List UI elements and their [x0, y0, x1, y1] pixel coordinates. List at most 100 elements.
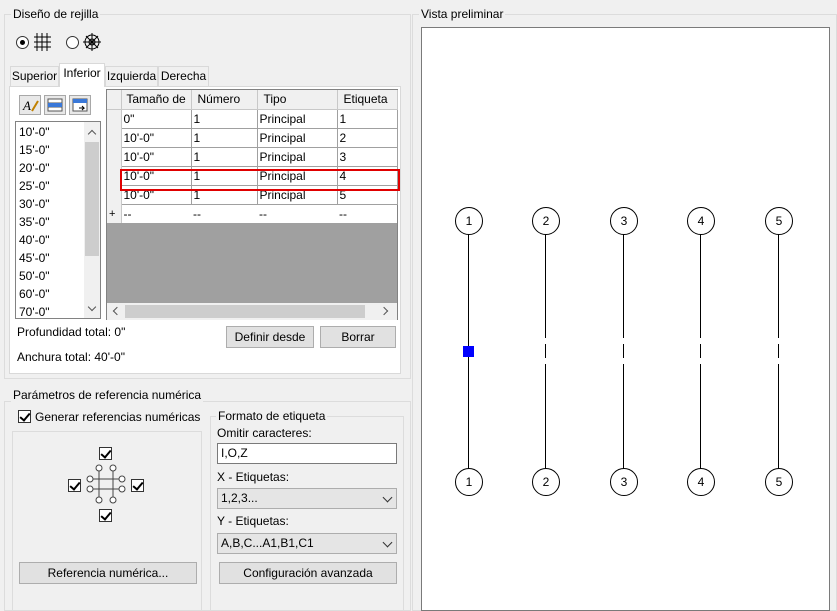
top-reference-checkbox[interactable] — [99, 447, 112, 460]
y-labels-select[interactable]: A,B,C...A1,B1,C1 — [217, 533, 397, 554]
right-reference-checkbox[interactable] — [131, 479, 144, 492]
size-cell[interactable]: 0" — [120, 108, 192, 129]
type-cell[interactable]: Principal — [256, 127, 338, 148]
list-item[interactable]: 50'-0" — [19, 269, 50, 283]
size-list[interactable]: 10'-0" 15'-0" 20'-0" 25'-0" 30'-0" 35'-0… — [15, 121, 101, 319]
grid-bubble-top[interactable]: 1 — [455, 207, 483, 235]
number-cell[interactable]: -- — [191, 204, 257, 223]
list-vscrollbar[interactable] — [84, 122, 100, 318]
grid-bubble-bottom[interactable]: 2 — [532, 468, 560, 496]
size-cell[interactable]: 10'-0" — [120, 146, 192, 167]
rectangular-grid-icon — [32, 32, 52, 52]
number-cell[interactable]: 1 — [190, 127, 258, 148]
number-cell[interactable]: 1 — [190, 146, 258, 167]
tab-inferior[interactable]: Inferior — [59, 63, 105, 87]
label-cell[interactable]: -- — [337, 204, 397, 223]
scroll-left-icon[interactable] — [112, 306, 122, 316]
column-header[interactable]: Número — [191, 90, 258, 110]
omit-characters-input[interactable]: I,O,Z — [217, 443, 397, 464]
grid-line-gap — [775, 338, 783, 344]
delete-button[interactable]: Borrar — [320, 326, 396, 348]
grid-line-5 — [778, 234, 780, 475]
list-item[interactable]: 35'-0" — [19, 215, 50, 229]
list-item[interactable]: 40'-0" — [19, 233, 50, 247]
type-cell[interactable]: Principal — [256, 108, 338, 129]
list-item[interactable]: 45'-0" — [19, 251, 50, 265]
type-cell[interactable]: Principal — [256, 146, 338, 167]
number-cell[interactable]: 1 — [190, 108, 258, 129]
x-labels-label: X - Etiquetas: — [217, 470, 290, 484]
advanced-settings-button[interactable]: Configuración avanzada — [219, 562, 397, 584]
scroll-thumb[interactable] — [125, 305, 365, 318]
table-row[interactable]: 0" 1 Principal 1 — [107, 108, 398, 129]
numeric-reference-button[interactable]: Referencia numérica... — [19, 562, 197, 584]
table-row[interactable]: 10'-0" 1 Principal 3 — [107, 146, 398, 167]
list-item[interactable]: 30'-0" — [19, 197, 50, 211]
selection-grip[interactable] — [463, 346, 474, 357]
tab-superior[interactable]: Superior — [10, 66, 59, 86]
left-reference-checkbox[interactable] — [68, 479, 81, 492]
row-header — [107, 109, 122, 128]
grid-design-title: Diseño de rejilla — [11, 7, 101, 21]
corner-cell — [107, 90, 122, 110]
grid-bubble-bottom[interactable]: 3 — [610, 468, 638, 496]
generate-references-label[interactable]: Generar referencias numéricas — [35, 410, 200, 424]
preview-canvas: 1 2 3 4 5 1 2 3 4 5 — [421, 27, 830, 611]
grid-bubble-top[interactable]: 3 — [610, 207, 638, 235]
table-row[interactable]: 10'-0" 1 Principal 2 — [107, 127, 398, 148]
bottom-reference-checkbox[interactable] — [99, 509, 112, 522]
label-cell[interactable]: 1 — [336, 108, 398, 129]
type-cell[interactable]: -- — [257, 204, 337, 223]
grid-bubble-top[interactable]: 4 — [687, 207, 715, 235]
scroll-right-icon[interactable] — [379, 306, 389, 316]
grid-line-gap — [542, 358, 550, 364]
grid-bubble-top[interactable]: 5 — [765, 207, 793, 235]
text-style-icon: A — [22, 98, 39, 113]
tab-izquierda[interactable]: Izquierda — [105, 66, 158, 86]
column-header[interactable]: Tamaño de — [121, 90, 192, 110]
size-cell[interactable]: 10'-0" — [120, 127, 192, 148]
append-row-button[interactable] — [69, 95, 91, 115]
grid-line-2 — [545, 234, 547, 475]
label-format-title: Formato de etiqueta — [216, 409, 328, 423]
generate-references-checkbox[interactable] — [18, 410, 31, 423]
column-header[interactable]: Tipo — [257, 90, 338, 110]
list-item[interactable]: 15'-0" — [19, 143, 50, 157]
define-from-button[interactable]: Definir desde — [226, 326, 314, 348]
grid-line-gap — [620, 358, 628, 364]
y-labels-value: A,B,C...A1,B1,C1 — [221, 536, 314, 550]
grid-bubble-bottom[interactable]: 5 — [765, 468, 793, 496]
insert-row-icon — [47, 98, 63, 112]
label-cell[interactable]: 2 — [336, 127, 398, 148]
append-row-icon — [72, 98, 88, 112]
grid-table: Tamaño de Número Tipo Etiqueta 0" 1 Prin… — [107, 90, 398, 223]
grid-bubble-bottom[interactable]: 1 — [455, 468, 483, 496]
grid-bubble-top[interactable]: 2 — [532, 207, 560, 235]
total-depth-label: Profundidad total: 0" — [17, 325, 126, 339]
label-cell[interactable]: 3 — [336, 146, 398, 167]
list-item[interactable]: 10'-0" — [19, 125, 50, 139]
table-hscrollbar[interactable] — [107, 303, 397, 320]
edit-style-button[interactable]: A — [19, 95, 41, 115]
define-from-label: Definir desde — [234, 330, 306, 344]
grid-bubble-bottom[interactable]: 4 — [687, 468, 715, 496]
new-table-row[interactable]: + -- -- -- -- — [107, 204, 397, 223]
y-labels-label: Y - Etiquetas: — [217, 514, 289, 528]
list-item[interactable]: 20'-0" — [19, 161, 50, 175]
grid-radial-radio[interactable] — [66, 36, 79, 49]
scroll-up-icon[interactable] — [87, 129, 97, 139]
insert-row-button[interactable] — [44, 95, 66, 115]
scroll-down-icon[interactable] — [87, 302, 97, 312]
x-labels-select[interactable]: 1,2,3... — [217, 488, 397, 509]
list-item[interactable]: 25'-0" — [19, 179, 50, 193]
grid-rect-radio[interactable] — [16, 36, 29, 49]
column-header[interactable]: Etiqueta — [337, 90, 398, 110]
total-width-label: Anchura total: 40'-0" — [17, 350, 125, 364]
scroll-thumb[interactable] — [85, 142, 99, 256]
list-item[interactable]: 70'-0" — [19, 305, 50, 318]
size-cell[interactable]: -- — [121, 204, 191, 223]
tab-derecha[interactable]: Derecha — [158, 66, 209, 86]
grid-line-gap — [775, 358, 783, 364]
list-item[interactable]: 60'-0" — [19, 287, 50, 301]
x-labels-value: 1,2,3... — [221, 491, 258, 505]
